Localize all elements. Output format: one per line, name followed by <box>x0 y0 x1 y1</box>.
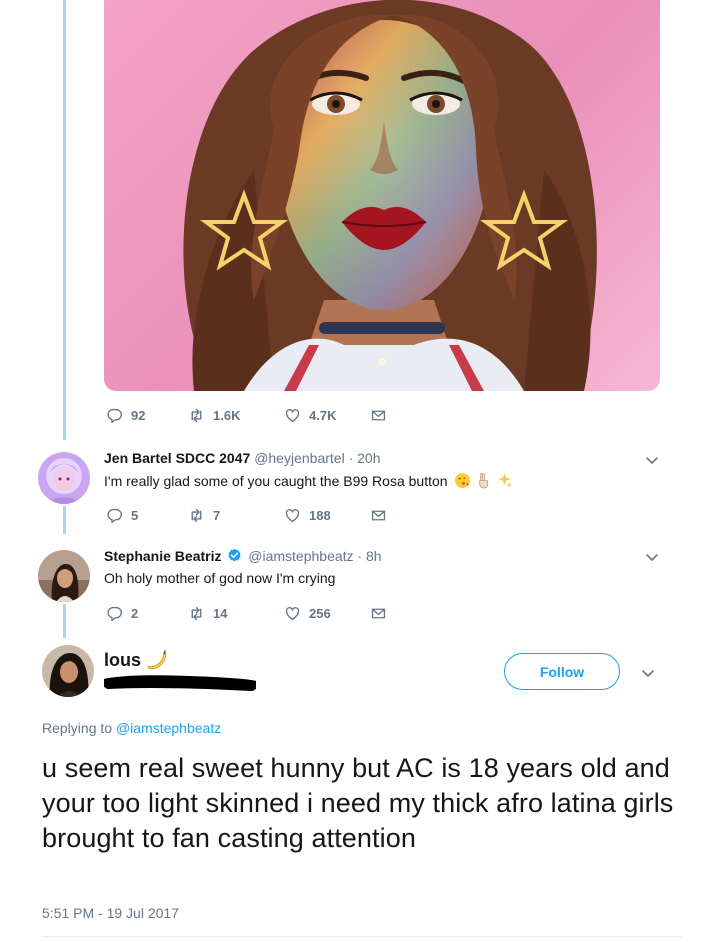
chevron-down-icon[interactable] <box>645 550 659 561</box>
author-name-text: lous <box>104 649 142 670</box>
replying-to: Replying to @iamstephbeatz <box>42 720 221 736</box>
envelope-icon <box>371 608 386 618</box>
heart-icon <box>285 408 300 422</box>
chevron-down-icon[interactable] <box>645 453 659 464</box>
reply-count: 92 <box>131 407 146 423</box>
reply-text: I'm really glad some of you caught the B… <box>104 472 513 489</box>
divider <box>42 936 682 937</box>
author-handle[interactable]: @iamstephbeatz <box>248 548 353 564</box>
avatar[interactable] <box>38 452 90 504</box>
retweet-count: 7 <box>213 507 221 523</box>
verified-badge-icon <box>228 548 241 562</box>
thread-line <box>63 604 66 638</box>
author-name[interactable]: Stephanie Beatriz <box>104 548 221 564</box>
thread-line <box>63 506 66 534</box>
reply-icon <box>107 408 122 423</box>
follow-button[interactable]: Follow <box>504 653 620 690</box>
like-count: 4.7K <box>309 407 337 423</box>
retweet-action[interactable]: 7 <box>188 507 284 524</box>
envelope-icon <box>371 410 386 420</box>
face-blowing-kiss-icon <box>454 472 470 489</box>
tweet-time[interactable]: · 20h <box>349 450 381 466</box>
avatar[interactable] <box>38 550 90 602</box>
reply-actions: 2 14 256 <box>106 603 395 623</box>
retweet-icon <box>191 508 202 522</box>
dm-action[interactable] <box>370 605 395 622</box>
like-action[interactable]: 188 <box>284 507 370 524</box>
author-name[interactable]: Jen Bartel SDCC 2047 <box>104 450 250 466</box>
chevron-down-icon[interactable] <box>641 666 655 677</box>
like-action[interactable]: 256 <box>284 605 370 622</box>
retweet-action[interactable]: 14 <box>188 605 284 622</box>
reply-header: Stephanie Beatriz @iamstephbeatz · 8h <box>104 548 382 564</box>
reply-action[interactable]: 2 <box>106 605 188 622</box>
reply-actions: 5 7 188 <box>106 505 395 525</box>
dm-action[interactable] <box>370 407 395 424</box>
reply-count: 2 <box>131 605 139 621</box>
tweet-text: u seem real sweet hunny but AC is 18 yea… <box>42 753 674 853</box>
reply-icon <box>107 508 122 523</box>
like-count: 256 <box>309 605 331 621</box>
author-name[interactable]: lous <box>104 648 168 672</box>
reply-body: I'm really glad some of you caught the B… <box>104 472 448 489</box>
retweet-action[interactable]: 1.6K <box>188 407 284 424</box>
reply-count: 5 <box>131 507 139 523</box>
author-handle[interactable]: @heyjenbartel <box>254 450 345 466</box>
reply-action[interactable]: 92 <box>106 407 188 424</box>
reply-header: Jen Bartel SDCC 2047 @heyjenbartel · 20h <box>104 450 381 466</box>
retweet-count: 1.6K <box>213 407 241 423</box>
reply-action[interactable]: 5 <box>106 507 188 524</box>
thread-line <box>63 0 66 440</box>
tweet-timestamp[interactable]: 5:51 PM - 19 Jul 2017 <box>42 905 179 921</box>
retweet-icon <box>191 408 202 422</box>
tweet-time[interactable]: · 8h <box>357 548 381 564</box>
like-count: 188 <box>309 507 331 523</box>
heart-icon <box>285 508 300 522</box>
sparkles-icon <box>497 472 512 488</box>
reply-text: Oh holy mother of god now I'm crying <box>104 570 335 586</box>
replying-prefix: Replying to <box>42 720 113 736</box>
tweet-actions: 92 1.6K 4.7K <box>106 405 395 425</box>
reply-icon <box>107 606 122 621</box>
redacted-handle-scribble <box>104 675 256 691</box>
retweet-icon <box>191 606 202 620</box>
replying-to-link[interactable]: @iamstephbeatz <box>116 720 221 736</box>
retweet-count: 14 <box>213 605 228 621</box>
victory-hand-icon <box>478 473 488 489</box>
reply-body: Oh holy mother of god now I'm crying <box>104 570 336 586</box>
like-action[interactable]: 4.7K <box>284 407 370 424</box>
avatar[interactable] <box>42 645 94 697</box>
dm-action[interactable] <box>370 507 395 524</box>
envelope-icon <box>371 510 386 520</box>
tweet-illustration[interactable] <box>104 0 660 391</box>
heart-icon <box>285 606 300 620</box>
banana-icon <box>147 650 167 670</box>
